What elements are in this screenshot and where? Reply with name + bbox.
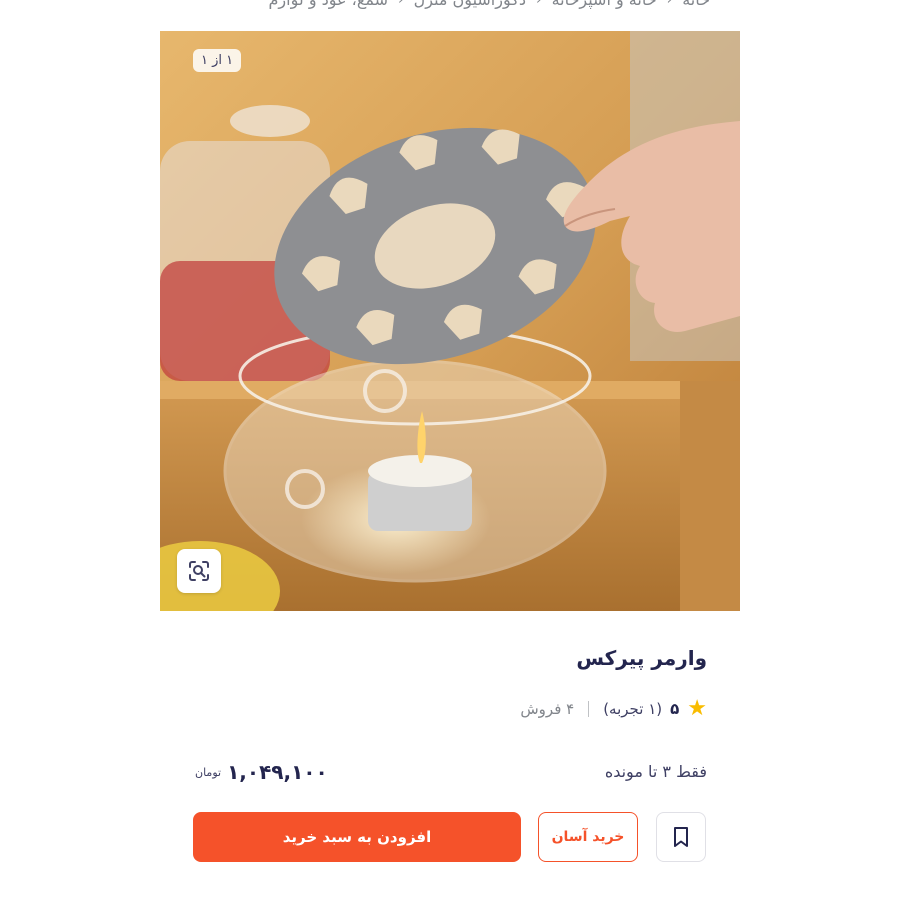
star-icon: ★ bbox=[687, 696, 707, 721]
rating-row: ★ ۵ (۱ تجربه) ۴ فروش bbox=[520, 698, 707, 720]
image-search-icon bbox=[189, 561, 209, 581]
rating-score: ۵ bbox=[670, 700, 680, 718]
product-image bbox=[160, 31, 740, 611]
breadcrumb-item-candles[interactable]: شمع، عود و لوازم bbox=[269, 0, 388, 9]
chevron-left-icon: ‹ bbox=[398, 0, 404, 8]
add-to-cart-button[interactable]: افزودن به سبد خرید bbox=[193, 812, 521, 862]
breadcrumb: خانه ‹ خانه و آشپزخانه ‹ دکوراسیون منزل … bbox=[190, 0, 710, 9]
price-amount: ۱,۰۴۹,۱۰۰ bbox=[227, 760, 328, 784]
product-image-gallery[interactable]: ۱ از ۱ bbox=[160, 31, 740, 611]
easy-buy-button[interactable]: خرید آسان bbox=[538, 812, 638, 862]
bookmark-icon bbox=[674, 827, 688, 847]
breadcrumb-item-home[interactable]: خانه bbox=[682, 0, 710, 9]
bookmark-button[interactable] bbox=[656, 812, 706, 862]
stock-status: فقط ۳ تا مونده bbox=[604, 762, 707, 781]
price: ۱,۰۴۹,۱۰۰ تومان bbox=[195, 760, 328, 784]
image-counter: ۱ از ۱ bbox=[193, 49, 242, 72]
image-search-button[interactable] bbox=[177, 549, 221, 593]
breadcrumb-item-decor[interactable]: دکوراسیون منزل bbox=[414, 0, 526, 9]
product-title: وارمر پیرکس bbox=[576, 646, 707, 670]
divider bbox=[588, 701, 590, 717]
chevron-left-icon: ‹ bbox=[536, 0, 542, 8]
chevron-left-icon: ‹ bbox=[667, 0, 673, 8]
rating-count[interactable]: (۱ تجربه) bbox=[603, 700, 662, 718]
price-currency: تومان bbox=[195, 765, 222, 779]
sales-count: ۴ فروش bbox=[520, 700, 575, 718]
breadcrumb-item-kitchen[interactable]: خانه و آشپزخانه bbox=[552, 0, 657, 9]
